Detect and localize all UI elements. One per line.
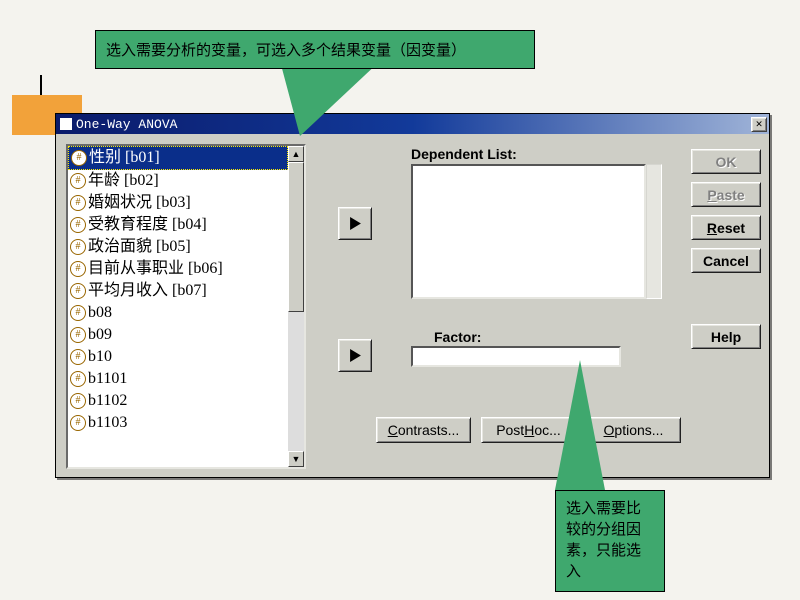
variable-list-scrollbar[interactable]: ▲ ▼: [288, 146, 304, 467]
paste-button[interactable]: Paste: [691, 182, 761, 207]
variable-icon: #: [70, 305, 86, 321]
variable-icon: #: [70, 195, 86, 211]
text-cursor: [40, 75, 42, 95]
list-item-label: b10: [88, 346, 112, 368]
list-item[interactable]: #b1101: [68, 368, 288, 390]
triangle-right-icon: [350, 217, 361, 230]
list-item-label: 受教育程度 [b04]: [88, 214, 207, 236]
list-item-label: 性别 [b01]: [89, 147, 160, 169]
label-dependent-list: Dependent List:: [411, 146, 517, 162]
list-item[interactable]: #b1103: [68, 412, 288, 434]
variable-icon: #: [70, 173, 86, 189]
dialog-title: One-Way ANOVA: [76, 117, 751, 132]
close-button[interactable]: ✕: [751, 117, 767, 132]
variable-list-wrap: #性别 [b01]#年龄 [b02]#婚姻状况 [b03]#受教育程度 [b04…: [66, 144, 306, 469]
move-to-dependent-button[interactable]: [338, 207, 372, 240]
variable-icon: #: [70, 415, 86, 431]
list-item[interactable]: #目前从事职业 [b06]: [68, 258, 288, 280]
ok-button[interactable]: OK: [691, 149, 761, 174]
anova-dialog: One-Way ANOVA ✕ #性别 [b01]#年龄 [b02]#婚姻状况 …: [55, 113, 770, 478]
list-item-label: 年龄 [b02]: [88, 170, 159, 192]
scroll-track[interactable]: [288, 312, 304, 451]
list-item[interactable]: #b08: [68, 302, 288, 324]
list-item[interactable]: #性别 [b01]: [68, 146, 288, 170]
variable-icon: #: [70, 217, 86, 233]
triangle-right-icon: [350, 349, 361, 362]
list-item-label: 平均月收入 [b07]: [88, 280, 207, 302]
reset-button[interactable]: Reset: [691, 215, 761, 240]
list-item-label: b1102: [88, 390, 127, 412]
variable-list[interactable]: #性别 [b01]#年龄 [b02]#婚姻状况 [b03]#受教育程度 [b04…: [68, 146, 288, 467]
move-to-factor-button[interactable]: [338, 339, 372, 372]
list-item[interactable]: #政治面貌 [b05]: [68, 236, 288, 258]
callout-dependent: 选入需要分析的变量，可选入多个结果变量（因变量）: [95, 30, 535, 69]
variable-icon: #: [70, 327, 86, 343]
variable-icon: #: [70, 393, 86, 409]
list-item-label: 婚姻状况 [b03]: [88, 192, 191, 214]
list-item-label: b1101: [88, 368, 127, 390]
variable-icon: #: [70, 261, 86, 277]
variable-icon: #: [70, 239, 86, 255]
scroll-thumb[interactable]: [288, 162, 304, 312]
dependent-list-box[interactable]: [411, 164, 646, 299]
list-item[interactable]: #婚姻状况 [b03]: [68, 192, 288, 214]
contrasts-button[interactable]: Contrasts...: [376, 417, 471, 443]
list-item[interactable]: #b10: [68, 346, 288, 368]
scroll-up-button[interactable]: ▲: [288, 146, 304, 162]
label-factor: Factor:: [434, 329, 481, 345]
callout-dependent-tail: [280, 61, 380, 136]
variable-icon: #: [70, 349, 86, 365]
titlebar: One-Way ANOVA ✕: [56, 114, 769, 134]
callout-factor: 选入需要比较的分组因素，只能选入: [555, 490, 665, 592]
list-item-label: 目前从事职业 [b06]: [88, 258, 223, 280]
scroll-down-button[interactable]: ▼: [288, 451, 304, 467]
app-icon: [60, 118, 72, 130]
help-button[interactable]: Help: [691, 324, 761, 349]
list-item-label: b08: [88, 302, 112, 324]
callout-factor-tail: [555, 360, 605, 490]
list-item[interactable]: #受教育程度 [b04]: [68, 214, 288, 236]
variable-icon: #: [70, 371, 86, 387]
variable-icon: #: [71, 150, 87, 166]
list-item[interactable]: #平均月收入 [b07]: [68, 280, 288, 302]
variable-icon: #: [70, 283, 86, 299]
list-item[interactable]: #年龄 [b02]: [68, 170, 288, 192]
cancel-button[interactable]: Cancel: [691, 248, 761, 273]
list-item[interactable]: #b1102: [68, 390, 288, 412]
dialog-content: #性别 [b01]#年龄 [b02]#婚姻状况 [b03]#受教育程度 [b04…: [56, 134, 769, 479]
list-item-label: 政治面貌 [b05]: [88, 236, 191, 258]
list-item[interactable]: #b09: [68, 324, 288, 346]
list-item-label: b09: [88, 324, 112, 346]
dependent-list-scrollbar-disabled: [646, 164, 662, 299]
list-item-label: b1103: [88, 412, 127, 434]
